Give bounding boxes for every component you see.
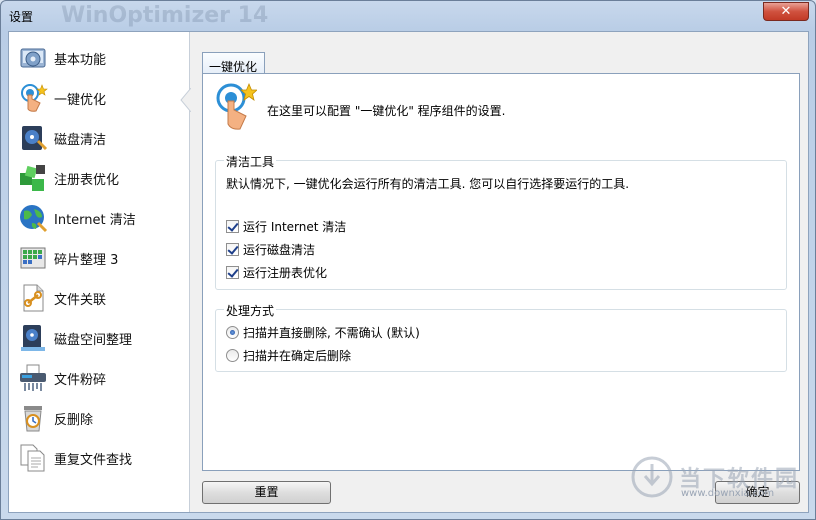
sidebar-item-internet-cleaner[interactable]: Internet 清洁	[17, 200, 187, 236]
sidebar-item-label: 重复文件查找	[54, 452, 133, 468]
sidebar-item-label: 反删除	[54, 412, 94, 428]
sidebar-item-label: 碎片整理 3	[54, 252, 119, 268]
watermark-logo-icon	[631, 456, 673, 498]
checkbox-label: 运行 Internet 清洁	[243, 220, 347, 234]
sidebar-item-duplicate-finder[interactable]: 重复文件查找	[17, 440, 187, 476]
sidebar-item-label: 文件粉碎	[54, 372, 107, 388]
disk-space-icon	[17, 322, 49, 354]
checkbox-label: 运行注册表优化	[243, 266, 328, 280]
sidebar: 基本功能 一键优化 磁盘清洁 注册表优化 Internet 清洁 碎片整理 3 …	[9, 32, 191, 512]
internet-cleaner-icon	[17, 202, 49, 234]
run-internet-cleaner-checkbox[interactable]: 运行 Internet 清洁	[226, 218, 346, 235]
sidebar-item-label: 文件关联	[54, 292, 107, 308]
cleaning-tools-description: 默认情况下, 一键优化会运行所有的清洁工具. 您可以自行选择要运行的工具.	[226, 177, 630, 191]
sidebar-item-label: Internet 清洁	[54, 212, 136, 228]
cleaning-tools-title: 清洁工具	[224, 153, 277, 170]
client-area: 基本功能 一键优化 磁盘清洁 注册表优化 Internet 清洁 碎片整理 3 …	[8, 31, 809, 513]
sidebar-item-basic-functions[interactable]: 基本功能	[17, 40, 187, 76]
defrag-icon	[17, 242, 49, 274]
sidebar-item-label: 磁盘空间整理	[54, 332, 133, 348]
file-shredder-icon	[17, 362, 49, 394]
sidebar-item-label: 基本功能	[54, 52, 107, 68]
one-click-optimize-header-icon	[213, 82, 259, 132]
one-click-optimize-icon	[17, 82, 49, 114]
sidebar-item-one-click-optimize[interactable]: 一键优化	[17, 80, 187, 116]
duplicate-finder-icon	[17, 442, 49, 474]
run-registry-optimize-checkbox[interactable]: 运行注册表优化	[226, 264, 327, 281]
checkbox-checked[interactable]	[226, 266, 239, 279]
sidebar-item-defrag[interactable]: 碎片整理 3	[17, 240, 187, 276]
sidebar-item-file-shredder[interactable]: 文件粉碎	[17, 360, 187, 396]
radio-label: 扫描并在确定后删除	[243, 349, 352, 363]
disk-cleaner-icon	[17, 122, 49, 154]
radio-unselected[interactable]	[226, 349, 239, 362]
sidebar-item-label: 磁盘清洁	[54, 132, 107, 148]
sidebar-item-file-association[interactable]: 文件关联	[17, 280, 187, 316]
basic-functions-icon	[17, 42, 49, 74]
cleaning-tools-group: 清洁工具 默认情况下, 一键优化会运行所有的清洁工具. 您可以自行选择要运行的工…	[215, 153, 787, 290]
sidebar-item-disk-cleaner[interactable]: 磁盘清洁	[17, 120, 187, 156]
title-bar[interactable]: WinOptimizer 14 设置 ✕	[1, 1, 815, 31]
sidebar-item-label: 注册表优化	[54, 172, 120, 188]
radio-selected[interactable]	[226, 326, 239, 339]
settings-panel: 在这里可以配置 "一键优化" 程序组件的设置. 清洁工具 默认情况下, 一键优化…	[202, 73, 800, 471]
panel-description: 在这里可以配置 "一键优化" 程序组件的设置.	[267, 104, 506, 118]
watermark-subtext: www.downxia.com	[681, 488, 775, 499]
sidebar-item-disk-space[interactable]: 磁盘空间整理	[17, 320, 187, 356]
reset-button[interactable]: 重置	[202, 481, 331, 504]
close-button[interactable]: ✕	[763, 2, 809, 21]
checkbox-label: 运行磁盘清洁	[243, 243, 316, 257]
file-association-icon	[17, 282, 49, 314]
registry-optimize-icon	[17, 162, 49, 194]
checkbox-checked[interactable]	[226, 243, 239, 256]
sidebar-item-undelete[interactable]: 反删除	[17, 400, 187, 436]
radio-label: 扫描并直接删除, 不需确认 (默认)	[243, 326, 420, 340]
undelete-icon	[17, 402, 49, 434]
processing-mode-group: 处理方式 扫描并直接删除, 不需确认 (默认) 扫描并在确定后删除	[215, 302, 787, 372]
close-icon: ✕	[780, 4, 792, 19]
tab-one-click-optimize[interactable]: 一键优化	[202, 52, 265, 74]
settings-window: WinOptimizer 14 设置 ✕ 基本功能 一键优化 磁盘清洁 注册表优…	[0, 0, 816, 520]
scan-delete-directly-radio[interactable]: 扫描并直接删除, 不需确认 (默认)	[226, 324, 420, 341]
selection-pointer-icon	[180, 88, 191, 112]
window-title: 设置	[9, 10, 34, 24]
ghost-title: WinOptimizer 14	[61, 3, 269, 28]
run-disk-cleaner-checkbox[interactable]: 运行磁盘清洁	[226, 241, 315, 258]
sidebar-item-registry-optimize[interactable]: 注册表优化	[17, 160, 187, 196]
processing-mode-title: 处理方式	[224, 302, 277, 319]
scan-delete-after-confirm-radio[interactable]: 扫描并在确定后删除	[226, 347, 351, 364]
checkbox-checked[interactable]	[226, 220, 239, 233]
sidebar-item-label: 一键优化	[54, 92, 107, 108]
